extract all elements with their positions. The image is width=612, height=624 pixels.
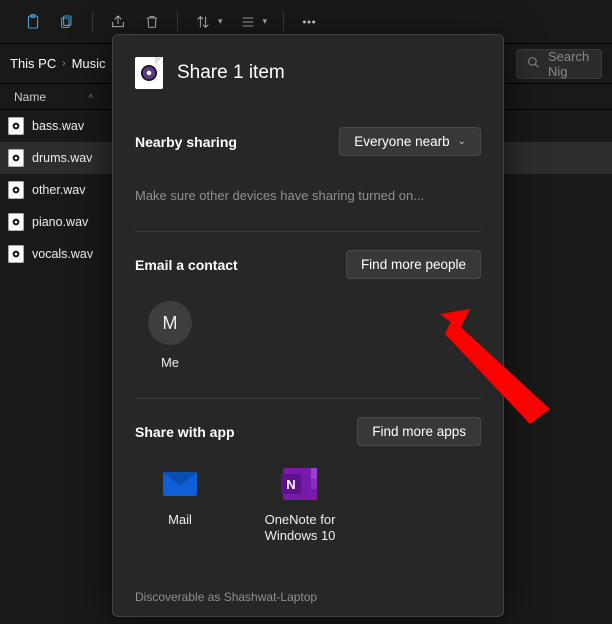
email-contact-label: Email a contact	[135, 257, 238, 273]
app-mail[interactable]: Mail	[135, 466, 225, 545]
breadcrumb-root[interactable]: This PC	[10, 56, 56, 71]
file-list: bass.wav drums.wav other.wav piano.wav v…	[0, 110, 105, 624]
more-icon[interactable]	[300, 13, 318, 31]
discoverable-footer: Discoverable as Shashwat-Laptop	[135, 576, 481, 616]
breadcrumb-folder[interactable]: Music	[72, 56, 106, 71]
avatar: M	[148, 301, 192, 345]
divider	[135, 398, 481, 399]
column-name[interactable]: Name ˄	[0, 90, 105, 104]
share-with-app-label: Share with app	[135, 424, 235, 440]
sort-asc-icon: ˄	[88, 92, 93, 101]
list-item[interactable]: piano.wav	[0, 206, 105, 238]
dialog-title: Share 1 item	[177, 62, 285, 84]
chevron-down-icon: ⌄	[458, 136, 466, 147]
copy-icon[interactable]	[58, 13, 76, 31]
audio-file-icon	[8, 213, 24, 231]
search-input[interactable]: Search Nig	[516, 49, 602, 79]
sort-icon[interactable]	[194, 13, 212, 31]
contact-me[interactable]: M Me	[135, 301, 205, 370]
audio-file-icon	[8, 245, 24, 263]
onenote-app-icon	[283, 468, 317, 500]
share-dialog: Share 1 item Nearby sharing Everyone nea…	[112, 34, 504, 617]
breadcrumb[interactable]: This PC › Music	[0, 56, 106, 71]
app-onenote[interactable]: OneNote for Windows 10	[255, 466, 345, 545]
list-item[interactable]: drums.wav	[0, 142, 105, 174]
chevron-right-icon: ›	[62, 58, 65, 69]
list-item[interactable]: bass.wav	[0, 110, 105, 142]
search-icon	[527, 56, 540, 72]
nearby-sharing-label: Nearby sharing	[135, 134, 237, 150]
nearby-sharing-dropdown[interactable]: Everyone nearb ⌄	[339, 127, 481, 156]
audio-file-icon	[8, 117, 24, 135]
chevron-down-icon: ▾	[218, 16, 223, 27]
audio-file-icon	[8, 181, 24, 199]
nearby-sharing-hint: Make sure other devices have sharing tur…	[135, 188, 481, 203]
list-item[interactable]: other.wav	[0, 174, 105, 206]
find-more-apps-button[interactable]: Find more apps	[357, 417, 481, 446]
audio-file-icon	[8, 149, 24, 167]
divider	[135, 231, 481, 232]
list-item[interactable]: vocals.wav	[0, 238, 105, 270]
audio-file-icon	[135, 57, 163, 89]
delete-icon[interactable]	[143, 13, 161, 31]
search-placeholder: Search Nig	[548, 49, 601, 79]
pin-icon[interactable]	[24, 13, 42, 31]
share-icon[interactable]	[109, 13, 127, 31]
view-icon[interactable]	[239, 13, 257, 31]
chevron-down-icon: ▾	[263, 16, 268, 27]
find-more-people-button[interactable]: Find more people	[346, 250, 481, 279]
mail-app-icon	[163, 472, 197, 496]
